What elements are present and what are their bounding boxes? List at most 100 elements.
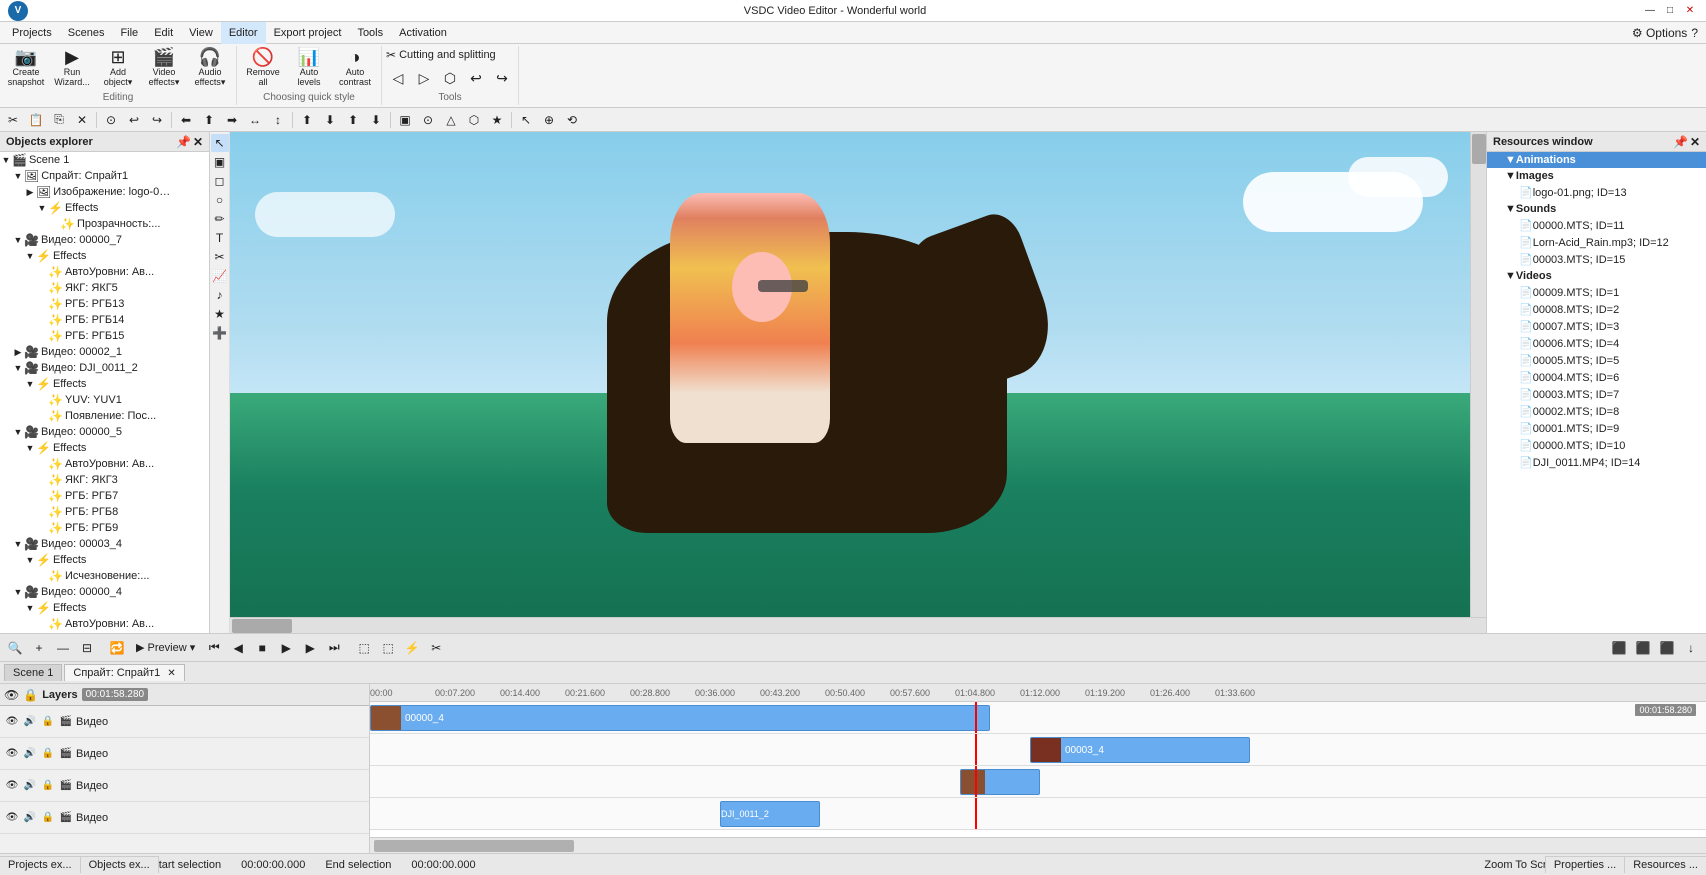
icon-rect[interactable]: ▣ [394, 110, 416, 130]
track-0-audio[interactable]: 🔊 [22, 714, 38, 730]
res-item-00009-MTS--ID-1[interactable]: 📄00009.MTS; ID=1 [1487, 284, 1706, 301]
tree-item-appear1[interactable]: ✨Появление: Пос... [0, 408, 209, 424]
tree-item-video34[interactable]: ▼🎥Видео: 00003_4 [0, 536, 209, 552]
help-icon[interactable]: ? [1691, 26, 1698, 40]
res-item-00000-MTS--ID-10[interactable]: 📄00000.MTS; ID=10 [1487, 437, 1706, 454]
playhead[interactable] [975, 702, 977, 733]
tree-item-video4[interactable]: ▼🎥Видео: 00000_4 [0, 584, 209, 600]
timeline-ctrl-c[interactable]: ⬛ [1656, 637, 1678, 659]
left-tool-arrow2[interactable]: ➕ [211, 324, 229, 342]
tree-expand-img1[interactable]: ▶ [24, 186, 36, 198]
zoom-fit-btn[interactable]: — [52, 637, 74, 659]
timeline-ctrl-a[interactable]: ⬛ [1608, 637, 1630, 659]
tree-item-effects6[interactable]: ▼⚡Effects [0, 600, 209, 616]
menu-export[interactable]: Export project [266, 22, 350, 44]
icon-paste[interactable]: ⎘ [48, 110, 70, 130]
to-start-btn[interactable]: ⏮ [203, 637, 225, 659]
play-btn[interactable]: ▶ [275, 637, 297, 659]
icon-cut[interactable]: ✂ [2, 110, 24, 130]
tree-item-ykg3[interactable]: ✨ЯКГ: ЯКГ3 [0, 472, 209, 488]
tree-item-effects5[interactable]: ▼⚡Effects [0, 552, 209, 568]
zoom-plus-btn[interactable]: + [28, 637, 50, 659]
icon-redo[interactable]: ↪ [146, 110, 168, 130]
close-button[interactable]: ✕ [1682, 3, 1698, 19]
tree-expand-effects3[interactable]: ▼ [24, 378, 36, 390]
res-cat-sounds[interactable]: ▼ Sounds [1487, 201, 1706, 217]
tree-item-effects4[interactable]: ▼⚡Effects [0, 440, 209, 456]
auto-contrast-button[interactable]: ◑ Auto contrast [333, 46, 377, 90]
menu-tools[interactable]: Tools [349, 22, 391, 44]
track-1-visibility[interactable]: 👁 [4, 746, 20, 762]
undo-btn[interactable]: ↩ [464, 66, 488, 90]
add-object-button[interactable]: ⊞ Add object▾ [96, 46, 140, 90]
icon-move-top[interactable]: ⬆ [342, 110, 364, 130]
menu-projects[interactable]: Projects [4, 22, 60, 44]
loop-btn[interactable]: 🔁 [106, 637, 128, 659]
tree-expand-video2[interactable]: ▶ [12, 346, 24, 358]
tree-item-rgb8[interactable]: ✨РГБ: РГБ8 [0, 504, 209, 520]
track-1-audio[interactable]: 🔊 [22, 746, 38, 762]
left-tool-select[interactable]: ▣ [211, 153, 229, 171]
res-item-00003-MTS--ID-7[interactable]: 📄00003.MTS; ID=7 [1487, 386, 1706, 403]
icon-move-down[interactable]: ⬇ [319, 110, 341, 130]
res-item-00002-MTS--ID-8[interactable]: 📄00002.MTS; ID=8 [1487, 403, 1706, 420]
tree-item-scene1[interactable]: ▼🎬Scene 1 [0, 152, 209, 168]
left-tool-star[interactable]: ★ [211, 305, 229, 323]
split-btn[interactable]: ⚡ [401, 637, 423, 659]
tree-expand-effects2[interactable]: ▼ [24, 250, 36, 262]
track-1-lock[interactable]: 🔒 [40, 746, 56, 762]
zoom-100-btn[interactable]: ⊟ [76, 637, 98, 659]
res-item-logo-01-png--ID-13[interactable]: 📄logo-01.png; ID=13 [1487, 184, 1706, 201]
objects-panel-pin[interactable]: 📌 [176, 135, 191, 149]
res-cat-animations[interactable]: ▼ Animations [1487, 152, 1706, 168]
icon-move-bottom[interactable]: ⬇ [365, 110, 387, 130]
left-tool-circle[interactable]: ○ [211, 191, 229, 209]
menu-activation[interactable]: Activation [391, 22, 455, 44]
icon-undo[interactable]: ↩ [123, 110, 145, 130]
menu-view[interactable]: View [181, 22, 221, 44]
timeline-ctrl-b[interactable]: ⬛ [1632, 637, 1654, 659]
track-0-visibility[interactable]: 👁 [4, 714, 20, 730]
tree-item-video11[interactable]: ▼🎥Видео: DJI_0011_2 [0, 360, 209, 376]
track-2-visibility[interactable]: 👁 [4, 778, 20, 794]
stop-btn[interactable]: ■ [251, 637, 273, 659]
tree-item-img1[interactable]: ▶🖼Изображение: logo-01_... [0, 184, 209, 200]
options-btn[interactable]: ⚙ Options [1632, 26, 1687, 40]
res-item-00006-MTS--ID-4[interactable]: 📄00006.MTS; ID=4 [1487, 335, 1706, 352]
track-3-visibility[interactable]: 👁 [4, 810, 20, 826]
timeline-ctrl-d[interactable]: ↓ [1680, 637, 1702, 659]
tree-item-ykg5[interactable]: ✨ЯКГ: ЯКГ5 [0, 280, 209, 296]
menu-editor[interactable]: Editor [221, 22, 266, 44]
redo-btn[interactable]: ↪ [490, 66, 514, 90]
next-frame-btn[interactable]: ▶ [299, 637, 321, 659]
maximize-button[interactable]: □ [1662, 3, 1678, 19]
clip-unknown[interactable] [960, 769, 1040, 795]
left-tool-pen[interactable]: ✏ [211, 210, 229, 228]
objects-panel-close[interactable]: ✕ [193, 135, 203, 149]
icon-transform[interactable]: ⟲ [561, 110, 583, 130]
icon-crosshair[interactable]: ⊕ [538, 110, 560, 130]
mark-in-btn[interactable]: ⬚ [353, 637, 375, 659]
create-snapshot-button[interactable]: 📷 Create snapshot [4, 46, 48, 90]
left-tool-arrow[interactable]: ↖ [211, 134, 229, 152]
trim-btn[interactable]: ✂ [425, 637, 447, 659]
tree-item-rgb7[interactable]: ✨РГБ: РГБ7 [0, 488, 209, 504]
video-effects-button[interactable]: 🎬 Video effects▾ [142, 46, 186, 90]
mark-out-btn[interactable]: ⬚ [377, 637, 399, 659]
tree-expand-video11[interactable]: ▼ [12, 362, 24, 374]
tree-expand-effects5[interactable]: ▼ [24, 554, 36, 566]
tree-item-rgb9[interactable]: ✨РГБ: РГБ9 [0, 520, 209, 536]
res-item-00004-MTS--ID-6[interactable]: 📄00004.MTS; ID=6 [1487, 369, 1706, 386]
sprite-tab[interactable]: Спрайт: Спрайт1 ✕ [64, 664, 184, 681]
auto-levels-button[interactable]: 📊 Auto levels [287, 46, 331, 90]
track-0-lock[interactable]: 🔒 [40, 714, 56, 730]
to-end-btn[interactable]: ⏭ [323, 637, 345, 659]
res-item-Lorn-Acid-Rain-mp3--ID-12[interactable]: 📄Lorn-Acid_Rain.mp3; ID=12 [1487, 234, 1706, 251]
minimize-button[interactable]: — [1642, 3, 1658, 19]
tree-item-rgb14[interactable]: ✨РГБ: РГБ14 [0, 312, 209, 328]
res-item-00005-MTS--ID-5[interactable]: 📄00005.MTS; ID=5 [1487, 352, 1706, 369]
tree-expand-video5[interactable]: ▼ [12, 426, 24, 438]
left-tool-cut[interactable]: ✂ [211, 248, 229, 266]
tree-expand-video34[interactable]: ▼ [12, 538, 24, 550]
tree-expand-effects1[interactable]: ▼ [36, 202, 48, 214]
